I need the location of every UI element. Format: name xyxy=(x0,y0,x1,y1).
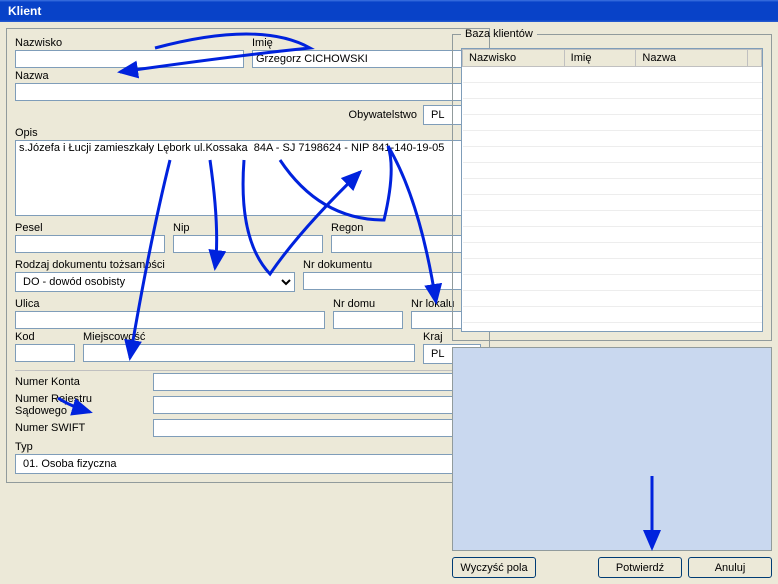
col-imie[interactable]: Imię xyxy=(564,50,636,67)
table-row xyxy=(463,291,762,307)
numer-swift-input[interactable] xyxy=(153,419,481,437)
potwierdz-button[interactable]: Potwierdź xyxy=(598,557,682,578)
table-row xyxy=(463,243,762,259)
miejscowosc-input[interactable] xyxy=(83,344,415,362)
pesel-input[interactable] xyxy=(15,235,165,253)
typ-select[interactable]: 01. Osoba fizyczna xyxy=(15,454,481,474)
miejscowosc-label: Miejscowość xyxy=(83,331,415,343)
ulica-input[interactable] xyxy=(15,311,325,329)
table-row xyxy=(463,259,762,275)
table-row xyxy=(463,147,762,163)
table-row xyxy=(463,67,762,83)
table-row xyxy=(463,163,762,179)
table-row xyxy=(463,115,762,131)
nazwa-label: Nazwa xyxy=(15,70,481,82)
table-row xyxy=(463,99,762,115)
client-form-fieldset: Nazwisko Imię Nazwa Obywatelstwo xyxy=(6,28,490,483)
baza-klientow-table-wrap[interactable]: Nazwisko Imię Nazwa xyxy=(461,48,763,332)
table-row xyxy=(463,195,762,211)
window-titlebar: Klient xyxy=(0,0,778,22)
anuluj-button[interactable]: Anuluj xyxy=(688,557,772,578)
kod-label: Kod xyxy=(15,331,75,343)
imie-label: Imię xyxy=(252,37,481,49)
preview-panel xyxy=(452,347,772,551)
nazwisko-label: Nazwisko xyxy=(15,37,244,49)
table-row xyxy=(463,83,762,99)
opis-label: Opis xyxy=(15,127,481,139)
table-row xyxy=(463,275,762,291)
nr-domu-label: Nr domu xyxy=(333,298,403,310)
pesel-label: Pesel xyxy=(15,222,165,234)
numer-konta-input[interactable] xyxy=(153,373,481,391)
col-spacer xyxy=(748,50,762,67)
ulica-label: Ulica xyxy=(15,298,325,310)
numer-konta-label: Numer Konta xyxy=(15,376,145,388)
rodzaj-dok-label: Rodzaj dokumentu tożsamości xyxy=(15,259,295,271)
nip-input[interactable] xyxy=(173,235,323,253)
baza-klientow-fieldset: Baza klientów Nazwisko Imię Nazwa xyxy=(452,28,772,341)
table-row xyxy=(463,227,762,243)
numer-rejestru-label: Numer Rejestru Sądowego xyxy=(15,393,145,417)
opis-textarea[interactable]: s.Józefa i Łucji zamieszkały Lębork ul.K… xyxy=(15,140,481,216)
table-row xyxy=(463,179,762,195)
nazwa-input[interactable] xyxy=(15,83,481,101)
numer-rejestru-input[interactable] xyxy=(153,396,481,414)
table-row xyxy=(463,211,762,227)
col-nazwisko[interactable]: Nazwisko xyxy=(463,50,565,67)
baza-klientow-legend: Baza klientów xyxy=(461,28,537,40)
obywatelstwo-label: Obywatelstwo xyxy=(349,109,417,121)
table-row xyxy=(463,307,762,323)
typ-label: Typ xyxy=(15,441,481,453)
nr-domu-input[interactable] xyxy=(333,311,403,329)
window-title: Klient xyxy=(8,4,41,18)
nazwisko-input[interactable] xyxy=(15,50,244,68)
nip-label: Nip xyxy=(173,222,323,234)
col-nazwa[interactable]: Nazwa xyxy=(636,50,748,67)
table-row xyxy=(463,131,762,147)
numer-swift-label: Numer SWIFT xyxy=(15,422,145,434)
kod-input[interactable] xyxy=(15,344,75,362)
imie-input[interactable] xyxy=(252,50,481,68)
baza-klientow-table: Nazwisko Imię Nazwa xyxy=(462,49,762,323)
rodzaj-dok-select[interactable]: DO - dowód osobisty xyxy=(15,272,295,292)
wyczysc-pola-button[interactable]: Wyczyść pola xyxy=(452,557,536,578)
